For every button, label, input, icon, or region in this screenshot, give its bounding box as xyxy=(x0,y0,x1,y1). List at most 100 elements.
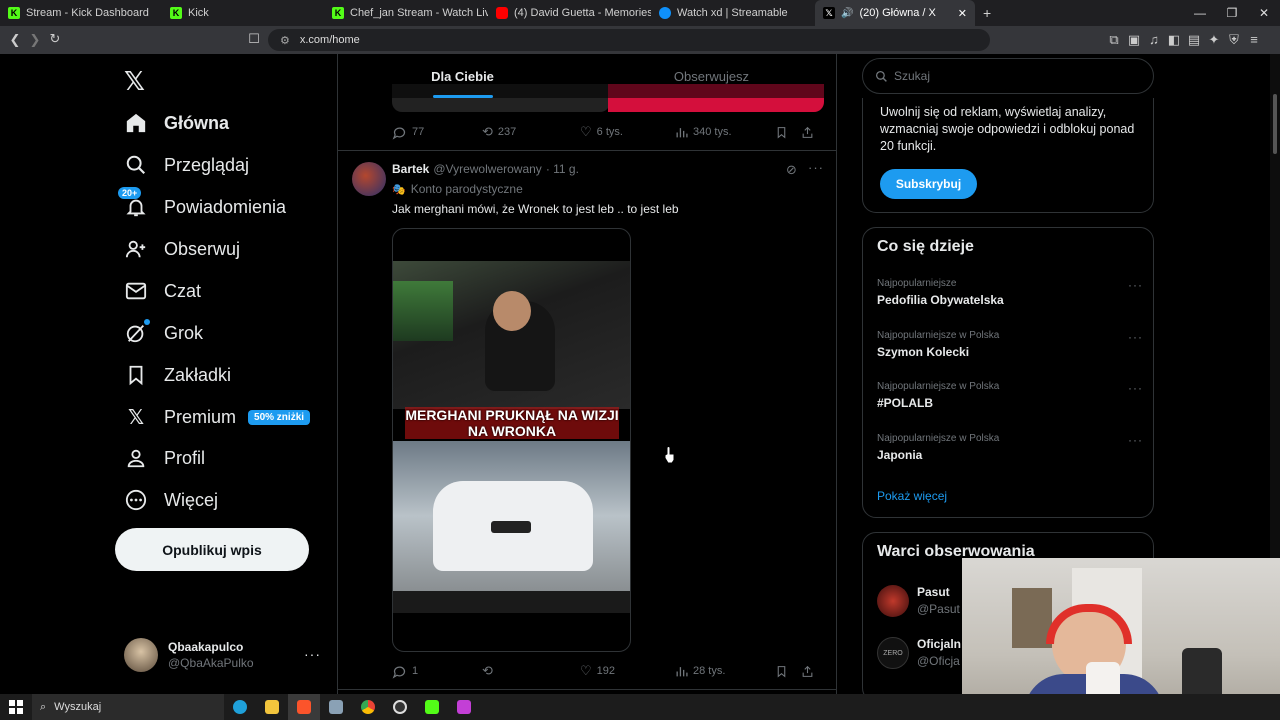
scrollbar-thumb[interactable] xyxy=(1273,94,1277,154)
bookmark-button[interactable] xyxy=(775,665,801,678)
wallet-icon[interactable]: ▤ xyxy=(1185,32,1203,48)
browser-tab[interactable]: K Stream - Kick Dashboard xyxy=(0,0,162,26)
trend-item[interactable]: Najpopularniejsze w Polska Szymon Koleck… xyxy=(877,330,1143,359)
x-logo-icon[interactable]: 𝕏 xyxy=(124,66,145,97)
url-field[interactable]: ⚙ x.com/home xyxy=(268,29,990,51)
avatar[interactable] xyxy=(352,162,386,196)
tab-for-you[interactable]: Dla Ciebie xyxy=(338,54,587,98)
nav-label: Główna xyxy=(164,112,230,133)
post-button[interactable]: Opublikuj wpis xyxy=(115,528,309,571)
minimize-icon[interactable]: — xyxy=(1184,6,1216,20)
nav-item-chat[interactable]: Czat xyxy=(124,271,201,311)
leo-ai-icon[interactable]: ✦ xyxy=(1205,32,1223,48)
trend-item[interactable]: Najpopularniejsze w Polska #POLALB ··· xyxy=(877,381,1143,410)
restore-icon[interactable]: ❐ xyxy=(1216,6,1248,20)
start-icon[interactable] xyxy=(0,694,32,720)
speaker-icon[interactable]: 🔊 xyxy=(841,8,853,19)
post-video[interactable]: MERGHANI PRUKNĄŁ NA WIZJI NA WRONKA xyxy=(392,228,631,652)
account-menu-icon[interactable]: ··· xyxy=(304,646,321,662)
suggestion-handle: @Oficja xyxy=(917,654,960,668)
author-name[interactable]: Bartek xyxy=(392,162,429,176)
subscribe-button[interactable]: Subskrybuj xyxy=(880,169,977,199)
browser-tab[interactable]: Watch xd | Streamable xyxy=(651,0,815,26)
taskbar-search[interactable]: ⌕ Wyszukaj xyxy=(32,694,224,720)
bookmark-page-icon[interactable]: ☐ xyxy=(245,31,263,47)
share-button[interactable] xyxy=(801,126,814,139)
browser-tab-active[interactable]: 𝕏 🔊 (20) Główna / X ✕ xyxy=(815,0,975,26)
share-button[interactable] xyxy=(801,665,814,678)
app-icon[interactable] xyxy=(448,694,480,720)
post-menu-icon[interactable]: ··· xyxy=(808,160,824,175)
close-icon[interactable]: ✕ xyxy=(958,7,967,20)
close-window-icon[interactable]: ✕ xyxy=(1248,6,1280,20)
edge-icon[interactable] xyxy=(224,694,256,720)
views-button[interactable]: 28 tys. xyxy=(675,665,775,678)
music-icon[interactable]: ♫ xyxy=(1145,32,1163,48)
nav-item-follow[interactable]: Obserwuj xyxy=(124,229,240,269)
chrome-icon[interactable] xyxy=(352,694,384,720)
back-icon[interactable]: ❮ xyxy=(6,32,24,48)
trend-item[interactable]: Najpopularniejsze Pedofilia Obywatelska … xyxy=(877,278,1143,307)
extensions-icon[interactable]: ⧉ xyxy=(1105,32,1123,48)
bookmark-button[interactable] xyxy=(775,126,801,139)
nav-item-grok[interactable]: Grok xyxy=(124,313,203,353)
suggestion-name[interactable]: Pasut xyxy=(917,585,950,599)
tab-following[interactable]: Obserwujesz xyxy=(587,54,836,98)
nav-item-notifications[interactable]: 20+ Powiadomienia xyxy=(118,187,286,227)
post-time[interactable]: · 11 g. xyxy=(546,162,579,176)
avatar[interactable] xyxy=(877,585,909,617)
menu-icon[interactable]: ≡ xyxy=(1245,32,1263,48)
browser-tab[interactable]: K Chef_jan Stream - Watch Live on Kick xyxy=(324,0,488,26)
like-button[interactable]: ♡ 192 xyxy=(580,663,675,679)
browser-tab[interactable]: K Kick xyxy=(162,0,324,26)
trend-item[interactable]: Najpopularniejsze w Polska Japonia ··· xyxy=(877,433,1143,462)
trend-menu-icon[interactable]: ··· xyxy=(1128,278,1143,292)
trend-menu-icon[interactable]: ··· xyxy=(1128,381,1143,395)
account-handle: @QbaAkaPulko xyxy=(168,656,254,670)
browser-address-bar: ❮ ❯ ↻ ☐ ⚙ x.com/home ⧉ ▣ ♫ ◧ ▤ ✦ ⛨ ≡ xyxy=(0,26,1280,54)
bookmark-icon xyxy=(777,126,786,139)
nav-item-premium[interactable]: 𝕏 Premium 50% zniżki xyxy=(124,397,311,437)
reply-button[interactable]: 1 xyxy=(392,664,482,679)
author-handle[interactable]: @Vyrewolwerowany xyxy=(433,162,541,176)
video-controls[interactable] xyxy=(393,591,630,613)
like-button[interactable]: ♡ 6 tys. xyxy=(580,124,675,140)
sidebar-icon[interactable]: ◧ xyxy=(1165,32,1183,48)
suggestion-name[interactable]: Oficjaln xyxy=(917,637,961,651)
suggestion-handle: @Pasut xyxy=(917,602,960,616)
obs-icon[interactable] xyxy=(384,694,416,720)
brave-icon[interactable] xyxy=(288,694,320,720)
site-settings-icon[interactable]: ⚙ xyxy=(280,34,290,47)
repost-button[interactable]: ⟲ xyxy=(482,663,580,679)
grok-explain-icon[interactable]: ⊘ xyxy=(786,162,797,178)
forward-icon[interactable]: ❯ xyxy=(26,32,44,48)
youtube-favicon-icon xyxy=(496,7,508,19)
reload-icon[interactable]: ↻ xyxy=(46,31,64,47)
trend-menu-icon[interactable]: ··· xyxy=(1128,433,1143,447)
repost-button[interactable]: ⟲ 237 xyxy=(482,124,580,140)
nav-item-bookmarks[interactable]: Zakładki xyxy=(124,355,231,395)
vpn-shield-icon[interactable]: ⛨ xyxy=(1225,32,1243,48)
reply-button[interactable]: 77 xyxy=(392,125,482,140)
screenshot-icon[interactable]: ▣ xyxy=(1125,32,1143,48)
notification-badge: 20+ xyxy=(118,187,142,199)
views-button[interactable]: 340 tys. xyxy=(675,126,775,139)
timeline-tabs: Dla Ciebie Obserwujesz xyxy=(338,54,836,98)
avatar[interactable]: ZERO xyxy=(877,637,909,669)
new-tab-icon[interactable]: + xyxy=(983,5,991,21)
nav-item-explore[interactable]: Przeglądaj xyxy=(124,145,249,185)
show-more-link[interactable]: Pokaż więcej xyxy=(877,489,947,503)
trend-menu-icon[interactable]: ··· xyxy=(1128,330,1143,344)
premium-description: Uwolnij się od reklam, wyświetlaj analiz… xyxy=(880,105,1135,153)
browser-tab[interactable]: (4) David Guetta - Memories (Featuri xyxy=(488,0,651,26)
nav-item-more[interactable]: Więcej xyxy=(124,480,218,520)
more-icon xyxy=(124,488,148,512)
app-icon[interactable] xyxy=(320,694,352,720)
kick-icon[interactable] xyxy=(416,694,448,720)
nav-item-home[interactable]: Główna xyxy=(124,103,229,143)
file-explorer-icon[interactable] xyxy=(256,694,288,720)
nav-item-profile[interactable]: Profil xyxy=(124,438,205,478)
account-switcher[interactable]: Qbaakapulco @QbaAkaPulko xyxy=(124,638,254,672)
url-text: x.com/home xyxy=(299,34,360,46)
search-input[interactable]: Szukaj xyxy=(862,58,1154,94)
